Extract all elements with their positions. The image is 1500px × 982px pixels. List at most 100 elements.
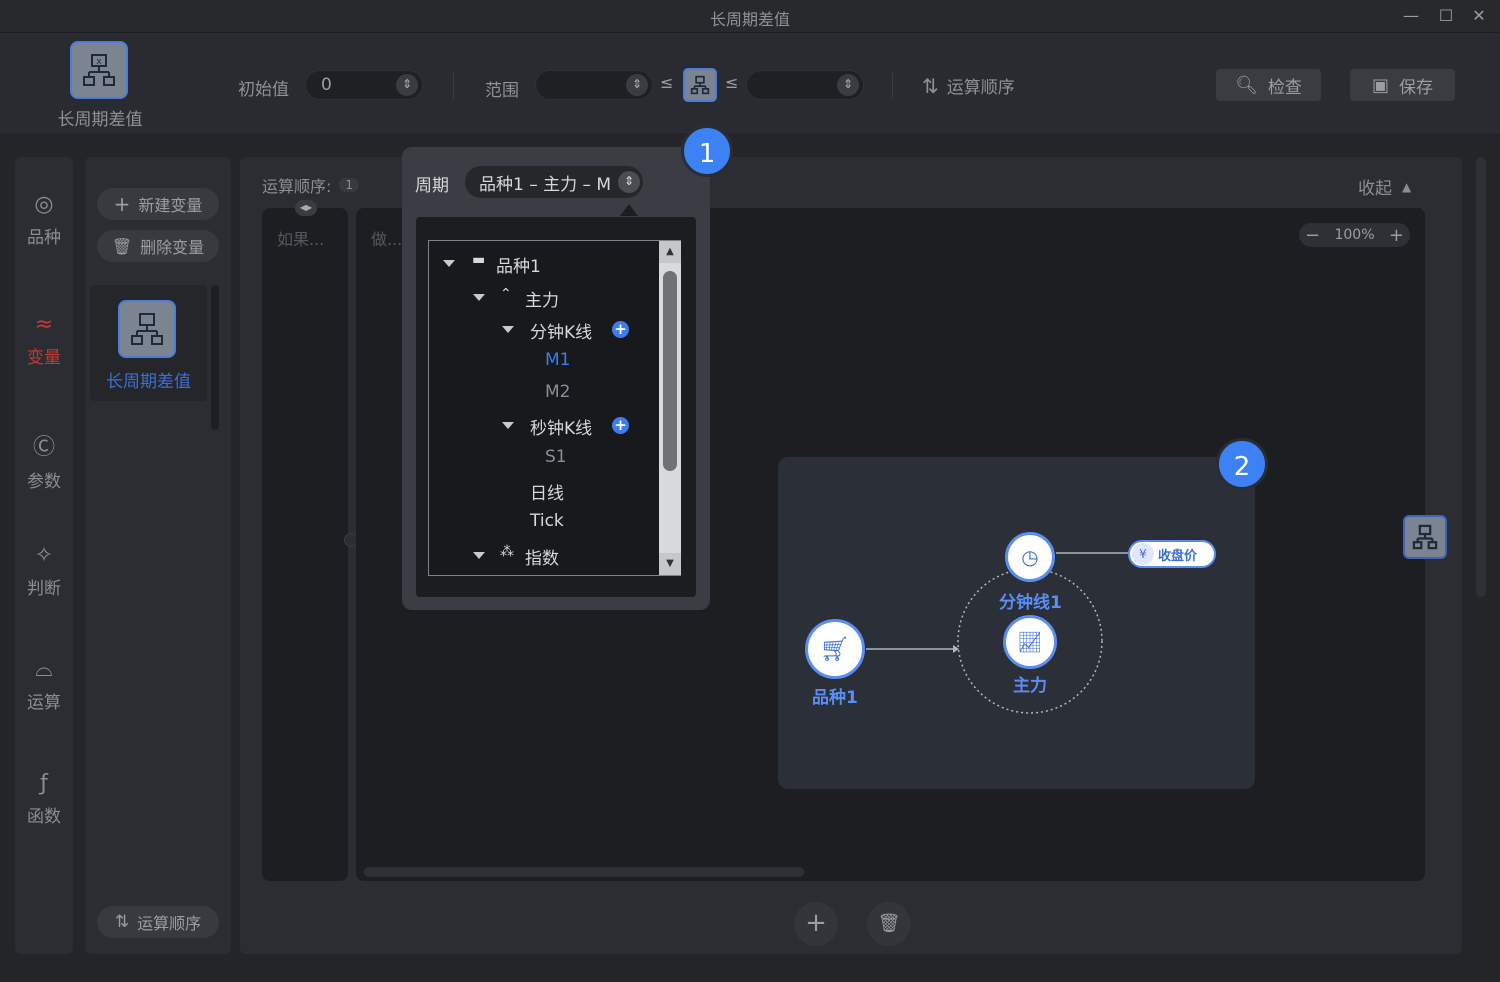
variable-list-item[interactable]: 长周期差值	[90, 285, 207, 401]
scroll-up-icon[interactable]: ▲	[659, 241, 681, 263]
stepper-icon[interactable]: ⇕	[618, 171, 640, 193]
variable-chip[interactable]	[683, 68, 717, 102]
delete-variable-button[interactable]: 🗑︎ 删除变量	[97, 230, 219, 262]
expand-arrow-icon[interactable]	[473, 552, 485, 559]
period-value: 品种1 – 主力 – M	[479, 174, 612, 195]
nav-item-parameter[interactable]: Ⓒ 参数	[15, 429, 73, 492]
period-select[interactable]: 品种1 – 主力 – M ⇕	[465, 166, 643, 198]
nav-item-variety[interactable]: ◎ 品种	[15, 192, 73, 248]
range-label: 范围	[485, 81, 519, 101]
vertical-scrollbar[interactable]	[1476, 157, 1486, 597]
resize-handle-icon[interactable]: ◀▶	[295, 200, 317, 216]
delete-variable-label: 删除变量	[140, 238, 205, 257]
tree-node-tick[interactable]: Tick	[530, 511, 564, 531]
nav-item-function[interactable]: ƒ 函数	[15, 771, 73, 827]
plus-icon: +	[113, 192, 131, 216]
sort-icon: ⇅	[922, 73, 939, 98]
minimize-button[interactable]: —	[1398, 4, 1424, 28]
scroll-down-icon[interactable]: ▼	[659, 553, 681, 575]
main-contract-node[interactable]: 📈︎	[1003, 615, 1057, 669]
maximize-button[interactable]: ☐	[1433, 4, 1459, 28]
expand-arrow-icon[interactable]	[473, 294, 485, 301]
period-tree: ▬ 品种1 ⌃ 主力 分钟K线 + M1 M2 秒钟K线 + S1 日线 Tic…	[428, 240, 681, 576]
tree-node-index[interactable]: 指数	[525, 544, 559, 569]
add-step-button[interactable]: +	[794, 902, 838, 946]
tree-node-s1[interactable]: S1	[545, 447, 567, 467]
nav-label: 判断	[27, 579, 61, 599]
variable-panel: + 新建变量 🗑︎ 删除变量 长周期差值 ⇅ 运算顺序	[85, 157, 231, 954]
scrollbar[interactable]	[211, 285, 219, 430]
if-column[interactable]: 如果...	[262, 208, 348, 881]
range-max-input[interactable]: ⇕	[746, 70, 864, 100]
expand-arrow-icon[interactable]	[443, 260, 455, 267]
nav-item-variable[interactable]: ≈ 变量	[15, 312, 73, 368]
variety-node[interactable]: 🛒︎	[805, 619, 865, 679]
variety-icon: ◎	[34, 192, 54, 217]
tree-node-root[interactable]: 品种1	[496, 252, 541, 277]
index-node-icon: ⁂	[500, 544, 514, 560]
order-number: 1	[339, 178, 360, 192]
flowchart-icon: x	[83, 54, 115, 86]
divider	[453, 73, 454, 99]
save-label: 保存	[1399, 77, 1433, 98]
tree-node-second-k[interactable]: 秒钟K线	[530, 414, 592, 439]
order-button[interactable]: ⇅ 运算顺序	[922, 73, 1015, 99]
horizontal-scrollbar[interactable]	[364, 867, 804, 877]
tree-node-m2[interactable]: M2	[545, 382, 570, 402]
trash-icon: 🗑︎	[111, 236, 133, 256]
do-label: 做...	[371, 230, 403, 249]
tree-node-m1[interactable]: M1	[545, 350, 570, 370]
collapse-label: 收起	[1358, 179, 1392, 199]
delete-step-button[interactable]: 🗑︎	[867, 902, 911, 946]
step-badge-2: 2	[1216, 438, 1268, 490]
expand-arrow-icon[interactable]	[502, 326, 514, 333]
minute-line-node[interactable]: ◷	[1005, 532, 1055, 582]
save-icon: ▣	[1371, 74, 1389, 96]
variable-thumb	[118, 300, 176, 358]
relationship-graph: 🛒︎ 品种1 ◷ 分钟线1 📈︎ 主力 ¥ 收盘价	[778, 457, 1255, 789]
variable-icon: ≈	[34, 312, 54, 337]
add-period-icon[interactable]: +	[612, 417, 629, 434]
range-min-input[interactable]: ⇕	[535, 70, 653, 100]
popover-arrow	[620, 204, 638, 216]
if-label: 如果...	[277, 230, 325, 249]
save-button[interactable]: ▣ 保存	[1350, 69, 1455, 101]
collapse-button[interactable]: 收起 ▲	[1358, 174, 1411, 199]
initial-value-input[interactable]: 0 ⇕	[305, 70, 423, 100]
close-price-tag[interactable]: ¥ 收盘价	[1128, 540, 1216, 568]
variable-avatar[interactable]: x	[70, 41, 128, 99]
stepper-icon[interactable]: ⇕	[396, 74, 418, 96]
stepper-icon[interactable]: ⇕	[626, 74, 648, 96]
close-button[interactable]: ✕	[1466, 4, 1492, 28]
scroll-thumb[interactable]	[663, 271, 677, 471]
main-contract-label: 主力	[1013, 676, 1047, 696]
check-button[interactable]: 🔍︎ 检查	[1216, 69, 1321, 101]
variable-item-label: 长周期差值	[106, 372, 191, 392]
tree-node-minute-k[interactable]: 分钟K线	[530, 318, 592, 343]
zoom-control: − 100% +	[1299, 223, 1410, 247]
variety-node-label: 品种1	[812, 688, 858, 708]
zoom-in-button[interactable]: +	[1389, 225, 1404, 246]
graph-toggle-button[interactable]	[1403, 515, 1447, 559]
step-badge-1: 1	[681, 125, 733, 177]
function-icon: ƒ	[40, 771, 48, 796]
add-period-icon[interactable]: +	[612, 321, 629, 338]
close-price-label: 收盘价	[1158, 548, 1198, 564]
nav-item-judge[interactable]: ✧ 判断	[15, 543, 73, 599]
minute-line-label: 分钟线1	[999, 593, 1062, 613]
tree-node-main[interactable]: 主力	[525, 286, 559, 311]
le-sign: ≤	[725, 73, 739, 92]
tree-node-daily[interactable]: 日线	[530, 479, 564, 504]
nav-item-operation[interactable]: ⌓ 运算	[15, 657, 73, 713]
tree-scrollbar[interactable]: ▲ ▼	[659, 241, 681, 575]
new-variable-button[interactable]: + 新建变量	[97, 188, 219, 220]
stepper-icon[interactable]: ⇕	[837, 74, 859, 96]
zoom-out-button[interactable]: −	[1305, 225, 1320, 246]
yen-icon: ¥	[1132, 543, 1154, 565]
expand-arrow-icon[interactable]	[502, 422, 514, 429]
order-pill-button[interactable]: ⇅ 运算顺序	[97, 906, 219, 938]
check-icon: 🔍︎	[1235, 74, 1258, 96]
flowchart-icon	[1412, 524, 1438, 550]
nav-label: 变量	[27, 348, 61, 368]
nav-label: 函数	[27, 807, 61, 827]
